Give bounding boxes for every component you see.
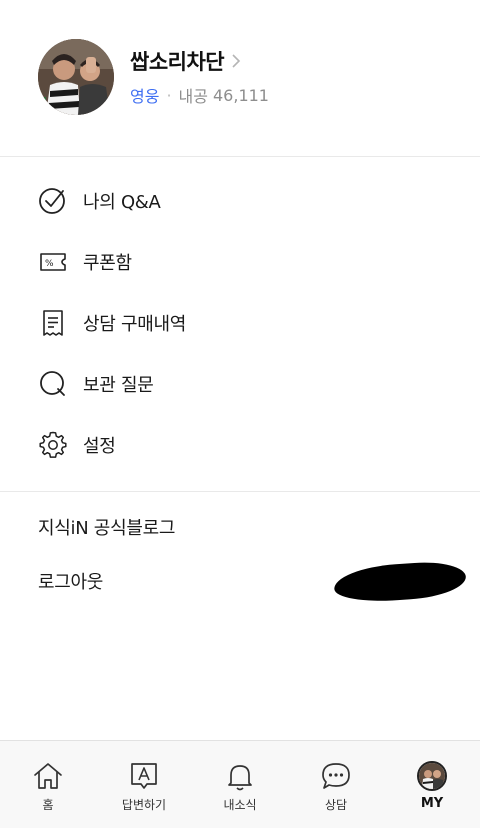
section-divider	[0, 491, 480, 492]
coupon-icon: %	[38, 247, 68, 277]
profile-name: 쌉소리차단	[130, 50, 225, 74]
chat-icon	[320, 760, 352, 792]
naegong-value: 46,111	[213, 85, 269, 105]
menu-label-my-qna: 나의 Q&A	[83, 191, 161, 213]
nav-home-label: 홈	[42, 798, 54, 812]
my-page: 쌉소리차단 영웅 · 내공 46,111 나의 Q&A % 쿠폰함 상담 구매내…	[0, 0, 480, 828]
receipt-icon	[38, 308, 68, 338]
bookmark-question-icon	[38, 369, 68, 399]
naegong-label: 내공	[178, 87, 208, 106]
official-blog-link[interactable]: 지식iN 공식블로그	[0, 500, 480, 554]
nav-answer[interactable]: 답변하기	[96, 741, 192, 828]
menu-item-saved-questions[interactable]: 보관 질문	[0, 353, 480, 414]
profile-name-row[interactable]: 쌉소리차단	[130, 46, 242, 76]
answer-icon	[128, 760, 160, 792]
separator-dot: ·	[166, 85, 172, 105]
profile-header[interactable]: 쌉소리차단 영웅 · 내공 46,111	[0, 0, 480, 157]
bottom-nav: 홈 답변하기 내소식 상담 MY	[0, 740, 480, 828]
nav-my-label: MY	[420, 796, 444, 811]
check-circle-icon	[38, 186, 68, 216]
menu-item-coupons[interactable]: % 쿠폰함	[0, 231, 480, 292]
nav-news-label: 내소식	[223, 798, 257, 812]
menu-label-settings: 설정	[83, 435, 116, 457]
gear-icon	[38, 430, 68, 460]
home-icon	[32, 760, 64, 792]
nav-consult-label: 상담	[324, 798, 348, 812]
svg-text:%: %	[45, 259, 54, 269]
nav-home[interactable]: 홈	[0, 741, 96, 828]
my-menu: 나의 Q&A % 쿠폰함 상담 구매내역 보관 질문 설정	[0, 170, 480, 475]
bell-icon	[224, 760, 256, 792]
menu-item-my-qna[interactable]: 나의 Q&A	[0, 170, 480, 231]
menu-item-consult-purchases[interactable]: 상담 구매내역	[0, 292, 480, 353]
nav-answer-label: 답변하기	[121, 798, 167, 812]
avatar-icon	[416, 760, 448, 792]
profile-avatar[interactable]	[38, 39, 114, 115]
profile-stats: 영웅 · 내공 46,111	[130, 83, 269, 107]
menu-item-settings[interactable]: 설정	[0, 414, 480, 475]
menu-label-saved-questions: 보관 질문	[83, 374, 154, 396]
menu-label-coupons: 쿠폰함	[83, 252, 132, 274]
rank-label: 영웅	[130, 87, 160, 106]
nav-consult[interactable]: 상담	[288, 741, 384, 828]
nav-avatar	[417, 761, 447, 791]
nav-my[interactable]: MY	[384, 741, 480, 828]
nav-news[interactable]: 내소식	[192, 741, 288, 828]
chevron-right-icon	[230, 52, 242, 70]
menu-label-consult-purchases: 상담 구매내역	[83, 313, 186, 335]
